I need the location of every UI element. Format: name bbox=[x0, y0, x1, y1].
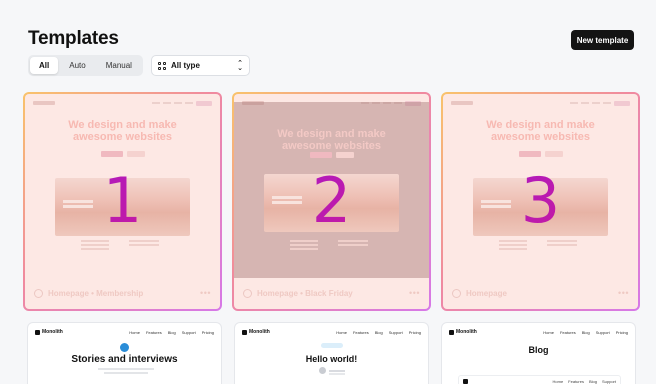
filter-auto[interactable]: Auto bbox=[60, 57, 94, 74]
card-number: 2 bbox=[234, 170, 429, 232]
type-select-value: All type bbox=[171, 61, 200, 70]
template-card[interactable]: We design and make awesome websites 1 Hom… bbox=[23, 92, 222, 311]
preview-hero-title: We design and make awesome websites bbox=[486, 119, 595, 143]
preview-title: Stories and interviews bbox=[71, 354, 178, 365]
card-number: 1 bbox=[25, 170, 220, 232]
preview-inner-nav: Home Features Blog Support bbox=[458, 375, 621, 384]
grid-icon bbox=[158, 61, 166, 70]
template-card[interactable]: Monolith Home Features Blog Support Pricing … bbox=[441, 322, 636, 384]
author-row bbox=[319, 367, 345, 374]
filter-segmented-control: All Auto Manual bbox=[28, 55, 143, 76]
more-icon[interactable]: ••• bbox=[618, 288, 629, 298]
type-select[interactable]: All type ⌃ ⌄ bbox=[151, 55, 250, 76]
template-card[interactable]: Monolith Home Features Blog Support Pricing … bbox=[27, 322, 222, 384]
template-card[interactable]: We design and make awesome websites 3 Hom… bbox=[441, 92, 640, 311]
template-name: Homepage • Membership bbox=[48, 288, 144, 298]
template-card[interactable]: Monolith Home Features Blog Support Pricing … bbox=[234, 322, 429, 384]
more-icon[interactable]: ••• bbox=[200, 288, 211, 298]
preview-nav: Monolith Home Features Blog Support Pricing bbox=[449, 328, 628, 336]
updown-icon: ⌃ ⌄ bbox=[237, 59, 243, 72]
more-icon[interactable]: ••• bbox=[409, 288, 420, 298]
avatar bbox=[120, 343, 129, 352]
filter-all[interactable]: All bbox=[30, 57, 59, 74]
new-template-button[interactable]: New template bbox=[571, 30, 634, 50]
preview-nav: Monolith Home Features Blog Support Pricing bbox=[35, 328, 214, 336]
card-number: 3 bbox=[443, 170, 638, 232]
preview-hero-title: We design and make awesome websites bbox=[277, 128, 386, 152]
preview-hero-title: We design and make awesome websites bbox=[68, 119, 177, 143]
template-name: Homepage • Black Friday bbox=[257, 288, 353, 298]
preview-nav: Monolith Home Features Blog Support Pricing bbox=[242, 328, 421, 336]
filter-manual[interactable]: Manual bbox=[97, 57, 141, 74]
circle-icon bbox=[452, 288, 461, 298]
preview-title: Hello world! bbox=[305, 354, 358, 364]
circle-icon bbox=[34, 288, 43, 298]
page-title: Templates bbox=[28, 28, 119, 49]
avatar bbox=[319, 367, 326, 374]
circle-icon bbox=[243, 288, 252, 298]
template-card[interactable]: We design and make awesome websites 2 Hom… bbox=[232, 92, 431, 311]
template-name: Homepage bbox=[466, 288, 507, 298]
preview-title: Blog bbox=[528, 345, 549, 355]
